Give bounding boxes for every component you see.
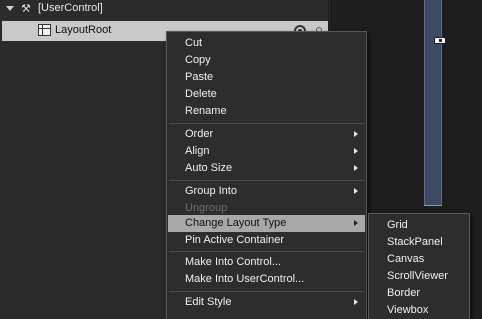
menu-item-label: Cut (185, 37, 203, 49)
menu-item-label: Copy (185, 54, 211, 66)
menu-item-label: Order (185, 128, 214, 140)
menu-item-pin-active-container[interactable]: Pin Active Container (168, 232, 365, 249)
menu-item-label: Make Into UserControl... (185, 273, 305, 285)
menu-item-group-into[interactable]: Group Into (168, 183, 365, 200)
menu-item-cut[interactable]: Cut (168, 35, 365, 52)
layout-type-submenu: Grid StackPanel Canvas ScrollViewer Bord… (368, 213, 470, 319)
menu-item-label: Edit Style (185, 296, 232, 308)
submenu-item-scrollviewer[interactable]: ScrollViewer (370, 268, 468, 285)
tree-item-usercontrol[interactable]: ⚒ [UserControl] (0, 0, 329, 19)
submenu-arrow-icon (354, 148, 358, 154)
menu-separator (169, 251, 364, 252)
menu-item-auto-size[interactable]: Auto Size (168, 160, 365, 177)
menu-item-make-into-usercontrol[interactable]: Make Into UserControl... (168, 271, 365, 288)
menu-item-edit-style[interactable]: Edit Style (168, 294, 365, 311)
menu-item-label: Group Into (185, 185, 237, 197)
artboard-frame[interactable] (424, 0, 442, 206)
submenu-arrow-icon (354, 131, 358, 137)
submenu-item-stackpanel[interactable]: StackPanel (370, 234, 468, 251)
menu-item-label: Ungroup (185, 202, 228, 214)
menu-item-label: Delete (185, 88, 217, 100)
submenu-item-viewbox[interactable]: Viewbox (370, 302, 468, 319)
submenu-arrow-icon (354, 188, 358, 194)
menu-item-paste[interactable]: Paste (168, 69, 365, 86)
menu-item-label: Align (185, 145, 210, 157)
expand-arrow-icon[interactable] (6, 6, 14, 11)
menu-separator (169, 180, 364, 181)
grid-icon (38, 24, 51, 36)
menu-item-copy[interactable]: Copy (168, 52, 365, 69)
menu-separator (169, 291, 364, 292)
menu-item-align[interactable]: Align (168, 143, 365, 160)
menu-item-label: Make Into Control... (185, 256, 281, 268)
submenu-arrow-icon (354, 299, 358, 305)
usercontrol-icon: ⚒ (21, 3, 31, 15)
resize-handle[interactable] (434, 37, 446, 44)
menu-item-label: Change Layout Type (185, 217, 287, 229)
menu-item-make-into-control[interactable]: Make Into Control... (168, 254, 365, 271)
menu-item-label: Auto Size (185, 162, 233, 174)
context-menu: Cut Copy Paste Delete Rename Order Align… (166, 31, 367, 319)
menu-item-change-layout-type[interactable]: Change Layout Type (168, 215, 365, 232)
menu-item-delete[interactable]: Delete (168, 86, 365, 103)
menu-separator (169, 123, 364, 124)
submenu-item-canvas[interactable]: Canvas (370, 251, 468, 268)
submenu-arrow-icon (354, 220, 358, 226)
menu-item-label: Pin Active Container (185, 234, 285, 246)
tree-item-label: [UserControl] (38, 2, 103, 14)
artboard-frame-edge (424, 205, 442, 206)
menu-item-rename[interactable]: Rename (168, 103, 365, 120)
submenu-arrow-icon (354, 165, 358, 171)
menu-item-label: Rename (185, 105, 227, 117)
menu-item-label: Paste (185, 71, 214, 83)
submenu-item-grid[interactable]: Grid (370, 217, 468, 234)
submenu-item-border[interactable]: Border (370, 285, 468, 302)
tree-item-label: LayoutRoot (55, 24, 112, 36)
menu-item-order[interactable]: Order (168, 126, 365, 143)
